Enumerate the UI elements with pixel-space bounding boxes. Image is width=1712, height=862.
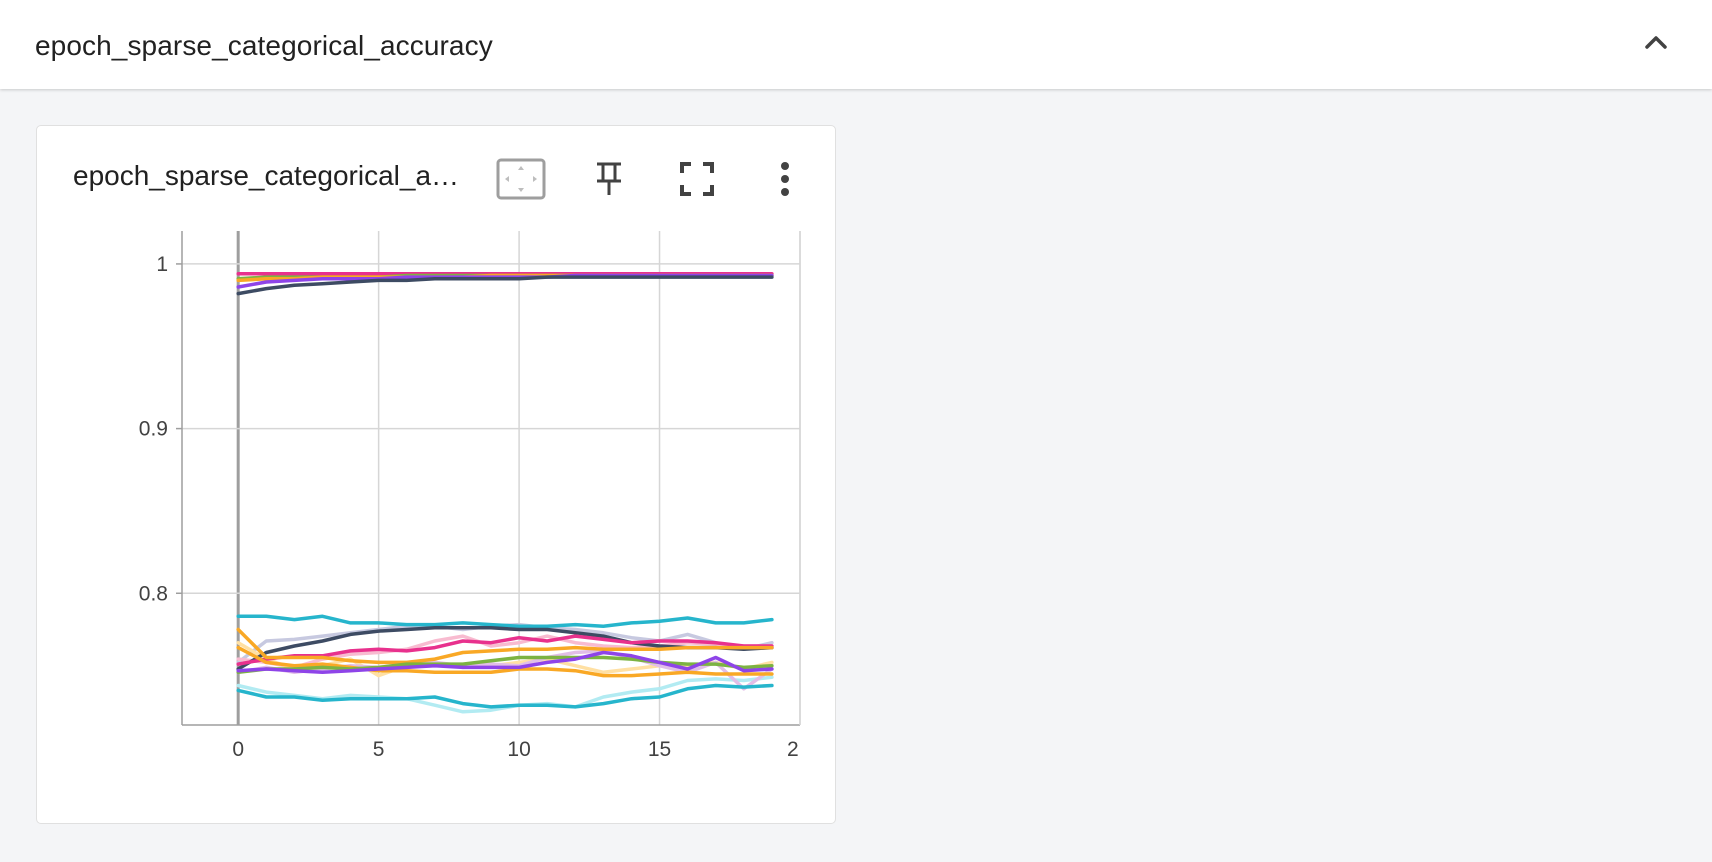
series-line[interactable] — [236, 683, 774, 709]
collapse-button[interactable] — [1636, 22, 1676, 62]
series-line[interactable] — [236, 614, 774, 628]
y-tick-label: 0.9 — [139, 418, 168, 441]
group-title: epoch_sparse_categorical_accuracy — [35, 30, 493, 61]
chevron-up-icon — [1645, 36, 1667, 49]
x-tick-label: 15 — [648, 738, 671, 761]
x-tick-label: 5 — [373, 738, 385, 761]
y-tick-label: 0.8 — [139, 582, 168, 605]
series-group — [236, 272, 774, 714]
scalar-card: epoch_sparse_categorical_accuracy — [36, 125, 836, 824]
x-tick-label: 2 — [787, 738, 799, 761]
y-tick-label: 1 — [156, 253, 168, 276]
group-header: epoch_sparse_categorical_accuracy — [0, 0, 1712, 89]
line-chart[interactable]: 0.80.910 5 10 15 2 — [37, 126, 837, 825]
x-tick-label: 0 — [232, 738, 244, 761]
x-tick-label: 10 — [507, 738, 530, 761]
